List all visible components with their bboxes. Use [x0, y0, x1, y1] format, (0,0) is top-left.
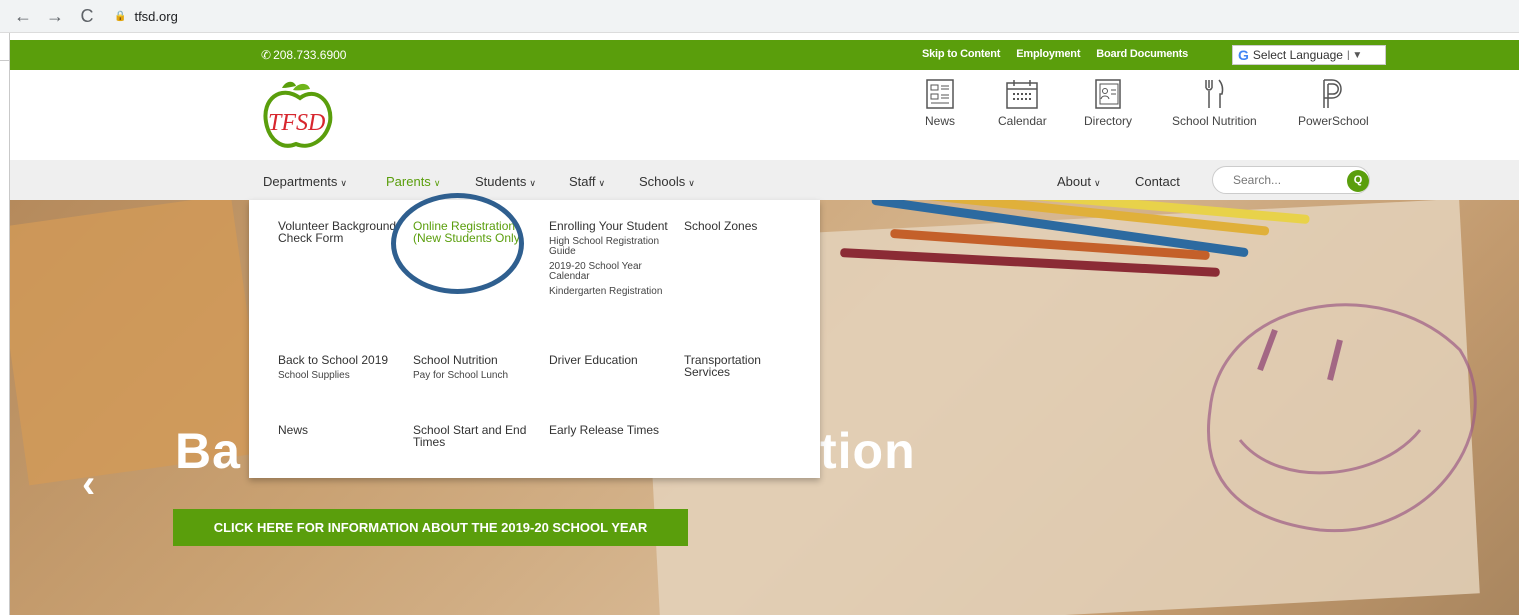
carousel-prev-icon[interactable]: ‹ [82, 462, 95, 507]
chevron-down-icon: ∨ [598, 178, 606, 188]
school-year-info-button[interactable]: CLICK HERE FOR INFORMATION ABOUT THE 201… [173, 509, 688, 546]
chevron-down-icon: ∨ [1093, 178, 1101, 188]
url-text: tfsd.org [134, 8, 178, 24]
chevron-down-icon: ∨ [340, 178, 348, 188]
phone-icon: ✆ [261, 48, 272, 62]
nav-students[interactable]: Students ∨ [475, 174, 536, 189]
crayon-face-drawing [1207, 303, 1477, 533]
menu-column: Back to School 2019 School Supplies [278, 354, 402, 381]
menu-column: Volunteer Background Check Form [278, 220, 402, 244]
dropdown-caret-icon: | ▼ [1346, 49, 1363, 61]
main-nav: Departments ∨ Parents ∨ Students ∨ Staff ∨ S… [10, 160, 1519, 200]
skip-to-content-link[interactable]: Skip to Content [922, 48, 1000, 60]
menu-item-driver-education[interactable]: Driver Education [549, 354, 673, 366]
nav-parents[interactable]: Parents ∨ [386, 174, 440, 189]
menu-column: Driver Education [549, 354, 673, 366]
menu-item-school-start-end-times[interactable]: School Start and End Times [413, 424, 537, 448]
menu-item-back-to-school[interactable]: Back to School 2019 [278, 354, 402, 366]
page: ← → C 🔒 tfsd.org ✆ 208.733.6900 Skip to C… [0, 0, 1519, 615]
menu-column: School Zones [684, 220, 808, 232]
reload-icon[interactable]: C [78, 7, 96, 25]
back-arrow-icon[interactable]: ← [14, 7, 32, 25]
quick-link-school-nutrition[interactable]: School Nutrition [1172, 78, 1257, 128]
menu-subitem-school-supplies[interactable]: School Supplies [278, 371, 402, 381]
menu-column: School Nutrition Pay for School Lunch [413, 354, 537, 381]
menu-subitem-pay-for-lunch[interactable]: Pay for School Lunch [413, 371, 537, 381]
forward-arrow-icon[interactable]: → [46, 7, 64, 25]
menu-column: News [278, 424, 402, 436]
menu-item-early-release-times[interactable]: Early Release Times [549, 424, 673, 436]
menu-column: Transportation Services [684, 354, 808, 378]
menu-subitem-kindergarten-registration[interactable]: Kindergarten Registration [549, 287, 673, 297]
menu-item-school-nutrition[interactable]: School Nutrition [413, 354, 537, 366]
nav-departments[interactable]: Departments ∨ [263, 174, 347, 189]
menu-column: School Start and End Times [413, 424, 537, 448]
utility-links: Skip to Content Employment Board Documen… [922, 48, 1188, 60]
hero-title-right: tion [820, 423, 916, 479]
menu-item-volunteer-background-check[interactable]: Volunteer Background Check Form [278, 220, 402, 244]
board-documents-link[interactable]: Board Documents [1096, 48, 1188, 60]
menu-item-news[interactable]: News [278, 424, 402, 436]
menu-item-transportation-services[interactable]: Transportation Services [684, 354, 808, 378]
language-label: Select Language [1252, 48, 1343, 62]
site-header: TFSD News Calendar Directory School Nutr… [10, 70, 1519, 160]
hero-title-left: Ba [175, 423, 241, 479]
nav-contact[interactable]: Contact [1135, 174, 1180, 189]
menu-item-enrolling-your-student[interactable]: Enrolling Your Student [549, 220, 673, 232]
google-icon: G [1238, 47, 1249, 63]
powerschool-icon [1323, 79, 1343, 108]
employment-link[interactable]: Employment [1016, 48, 1080, 60]
nav-staff[interactable]: Staff ∨ [569, 174, 605, 189]
parents-mega-menu: Volunteer Background Check Form Back to … [249, 200, 820, 478]
nav-schools[interactable]: Schools ∨ [639, 174, 695, 189]
fork-knife-icon [1205, 79, 1224, 108]
logo-text: TFSD [268, 110, 325, 136]
annotation-circle [391, 193, 524, 294]
calendar-icon [1006, 80, 1039, 109]
menu-column: Enrolling Your Student High School Regis… [549, 220, 673, 297]
directory-icon [1095, 79, 1121, 109]
quick-link-news[interactable]: News [925, 78, 955, 128]
news-icon [926, 79, 954, 109]
utility-bar: ✆ 208.733.6900 Skip to Content Employment… [10, 40, 1519, 70]
quick-link-calendar[interactable]: Calendar [998, 78, 1047, 128]
menu-subitem-hs-registration-guide[interactable]: High School Registration Guide [549, 237, 673, 257]
quick-link-powerschool[interactable]: PowerSchool [1298, 78, 1369, 128]
chevron-down-icon: ∨ [688, 178, 695, 188]
tfsd-logo[interactable]: TFSD [260, 78, 340, 154]
nav-about[interactable]: About ∨ [1057, 174, 1101, 189]
menu-subitem-school-year-calendar[interactable]: 2019-20 School Year Calendar [549, 262, 673, 282]
frame-tick [0, 60, 10, 61]
phone-number[interactable]: ✆ 208.733.6900 [261, 47, 348, 62]
browser-toolbar: ← → C 🔒 tfsd.org [0, 0, 1519, 33]
address-bar[interactable]: 🔒 tfsd.org [114, 9, 178, 24]
lock-icon: 🔒 [114, 10, 127, 22]
menu-item-school-zones[interactable]: School Zones [684, 220, 808, 232]
chevron-down-icon: ∨ [529, 178, 536, 188]
quick-link-directory[interactable]: Directory [1084, 78, 1132, 128]
menu-column: Early Release Times [549, 424, 673, 436]
language-select[interactable]: G Select Language | ▼ [1232, 45, 1386, 65]
chevron-down-icon: ∨ [433, 178, 441, 188]
search-button[interactable]: Q [1347, 170, 1369, 192]
